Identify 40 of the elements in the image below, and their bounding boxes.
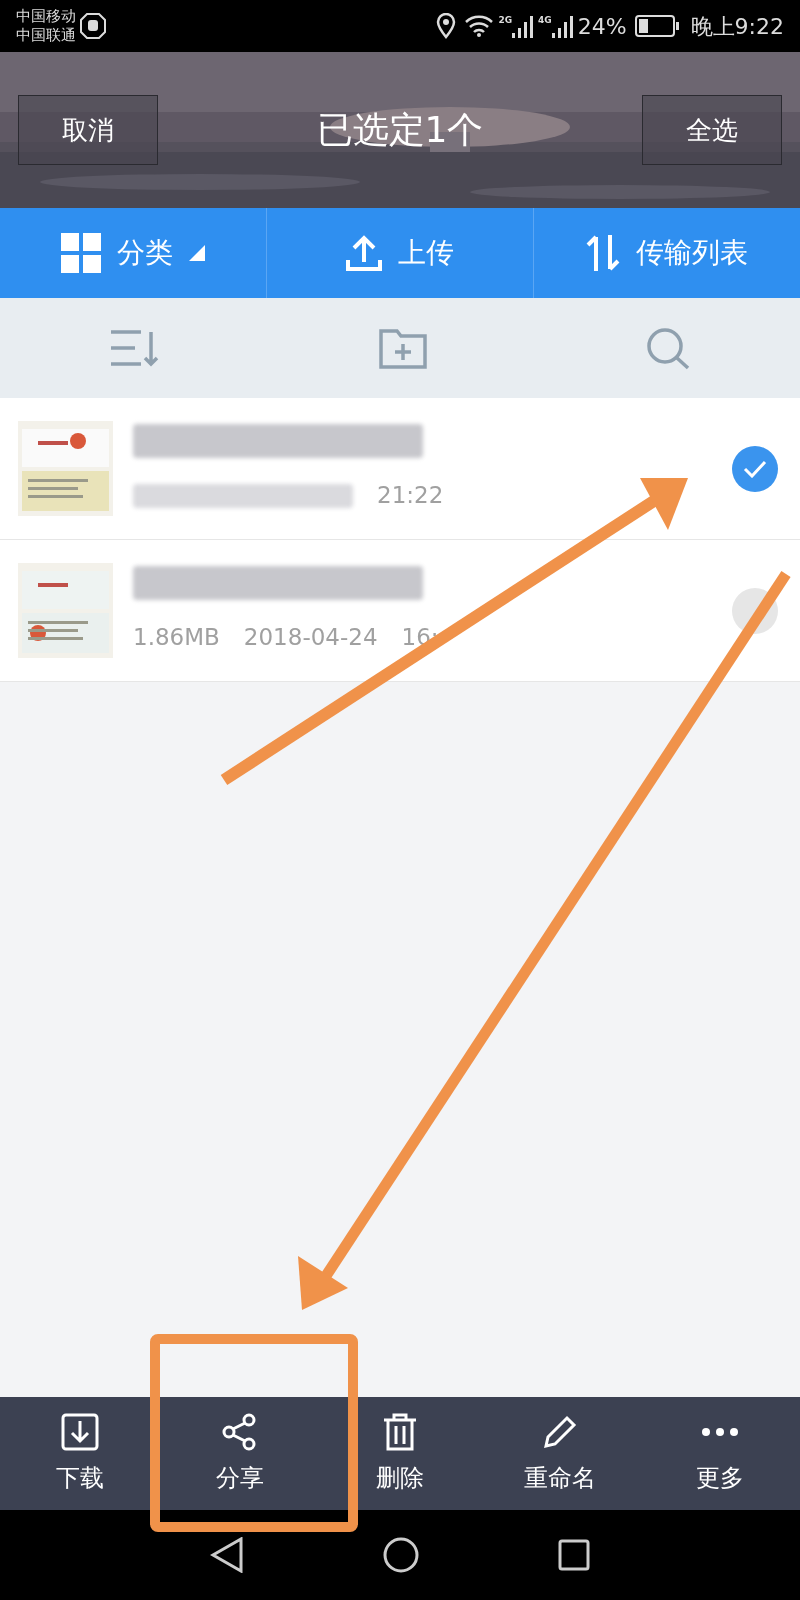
transfer-arrows-icon (586, 233, 620, 273)
battery-percent: 24% (577, 12, 627, 41)
select-all-button[interactable]: 全选 (642, 95, 782, 165)
action-button[interactable]: 下载 (0, 1397, 160, 1510)
recents-icon (558, 1539, 591, 1571)
file-info: 2018-04-24 (243, 623, 378, 653)
wifi-icon (464, 14, 495, 38)
sort-icon (109, 328, 161, 368)
battery-icon (634, 15, 679, 37)
more-icon (700, 1426, 740, 1437)
new-folder-button[interactable] (379, 327, 427, 369)
dropdown-corner-icon (189, 245, 205, 261)
hand-stop-icon (80, 13, 106, 39)
grid-icon (61, 233, 101, 273)
action-button[interactable]: 重命名 (480, 1397, 640, 1510)
sort-button[interactable] (109, 328, 161, 368)
location-icon (436, 13, 457, 39)
action-button[interactable]: 删除 (320, 1397, 480, 1510)
action-button[interactable]: 更多 (640, 1397, 800, 1510)
signal-icon (512, 14, 535, 38)
carrier-label: 中国联通 (16, 26, 76, 45)
carrier-label: 中国移动 (16, 7, 76, 26)
action-button[interactable]: 分享 (160, 1397, 320, 1510)
search-icon (645, 326, 691, 370)
upload-icon (346, 234, 382, 272)
download-icon (60, 1411, 100, 1452)
selection-title: 已选定1个 (316, 108, 484, 152)
folder-plus-icon (379, 327, 427, 369)
signal-icon (551, 14, 574, 38)
clock: 晚上9:22 (690, 12, 784, 41)
back-icon (209, 1537, 244, 1573)
file-info: 1.86MB (133, 623, 220, 653)
network-type-label: 4G (538, 14, 552, 27)
selection-check[interactable] (732, 445, 778, 492)
search-button[interactable] (645, 326, 691, 370)
cancel-button[interactable]: 取消 (18, 95, 158, 165)
home-icon (383, 1537, 419, 1573)
file-info: 21:22 (377, 481, 444, 511)
check-icon (743, 459, 767, 478)
network-type-label: 2G (498, 14, 513, 27)
